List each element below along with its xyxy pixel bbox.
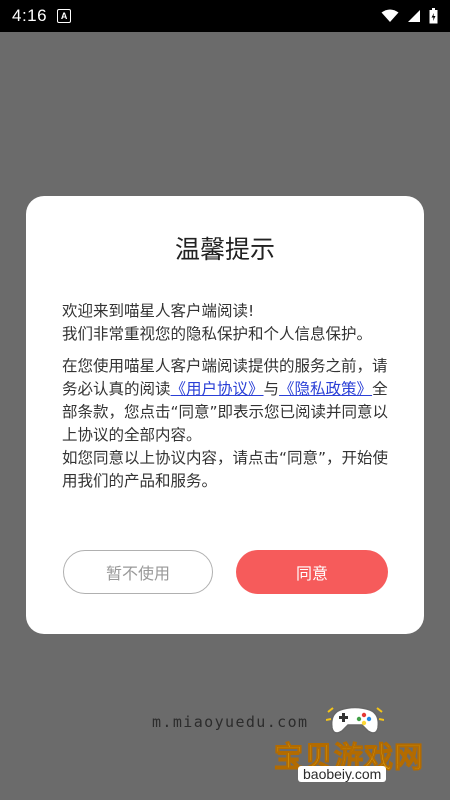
status-icons — [381, 8, 438, 24]
privacy-policy-link[interactable]: 《隐私政策》 — [279, 380, 372, 398]
privacy-line: 我们非常重视您的隐私保护和个人信息保护。 — [62, 325, 373, 343]
agreement-paragraph: 在您使用喵星人客户端阅读提供的服务之前，请务必认真的阅读《用户协议》与《隐私政策… — [62, 355, 392, 447]
dialog-title: 温馨提示 — [174, 235, 275, 264]
signal-icon — [408, 10, 420, 22]
wifi-icon — [381, 9, 399, 22]
status-bar: 4:16 A — [0, 0, 450, 32]
watermark: 宝贝游戏网 baobeiy.com — [262, 704, 442, 796]
agree-button[interactable]: 同意 — [236, 550, 388, 594]
notification-a-icon: A — [57, 9, 72, 23]
privacy-dialog: 温馨提示 欢迎来到喵星人客户端阅读! 我们非常重视您的隐私保护和个人信息保护。 … — [26, 196, 424, 634]
user-agreement-link[interactable]: 《用户协议》 — [171, 380, 264, 398]
status-time: 4:16 — [12, 6, 48, 25]
battery-icon — [429, 8, 438, 24]
decline-button[interactable]: 暂不使用 — [63, 550, 213, 594]
watermark-url: baobeiy.com — [298, 766, 387, 782]
status-left: 4:16 A — [12, 6, 72, 26]
conjunction-text: 与 — [263, 380, 280, 398]
welcome-text: 欢迎来到喵星人客户端阅读! — [62, 302, 255, 320]
dialog-body: 欢迎来到喵星人客户端阅读! 我们非常重视您的隐私保护和个人信息保护。 在您使用喵… — [62, 300, 392, 493]
game-controller-icon — [326, 706, 384, 734]
instruction-text: 如您同意以上协议内容，请点击“同意”，开始使用我们的产品和服务。 — [62, 449, 389, 490]
